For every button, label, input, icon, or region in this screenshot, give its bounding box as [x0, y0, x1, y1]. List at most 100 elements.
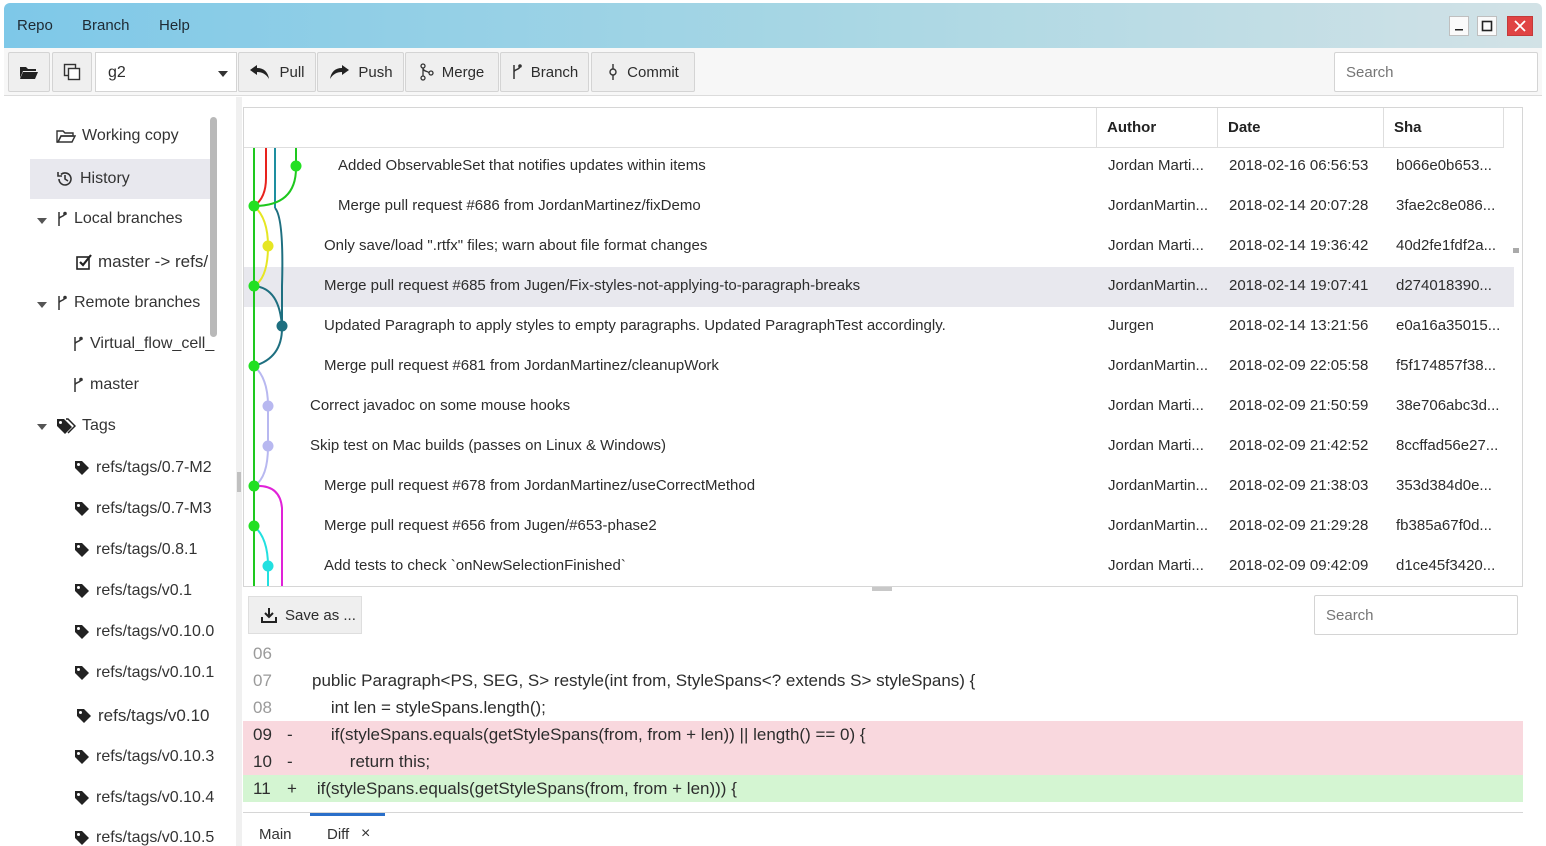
sidebar-item-local-master[interactable]: master -> refs/: [76, 252, 208, 272]
copy-window-button[interactable]: [52, 52, 92, 92]
sidebar-item-remote-branch[interactable]: Virtual_flow_cell_: [72, 335, 214, 353]
toolbar-search-field[interactable]: [1334, 52, 1538, 92]
push-button[interactable]: Push: [317, 52, 404, 92]
tag-icon: [75, 831, 89, 845]
commit-date: 2018-02-14 20:07:28: [1229, 197, 1369, 214]
commit-author: Jordan Marti...: [1108, 557, 1204, 574]
branch-icon: [512, 64, 522, 79]
minimize-button[interactable]: [1444, 13, 1474, 39]
commit-sha: e0a16a35015...: [1396, 317, 1501, 334]
commit-message: Add tests to check `onNewSelectionFinish…: [324, 557, 626, 574]
close-tab-icon[interactable]: ×: [361, 825, 370, 843]
table-row[interactable]: Add tests to check `onNewSelectionFinish…: [244, 547, 1514, 586]
table-row[interactable]: Merge pull request #681 from JordanMarti…: [244, 347, 1514, 387]
collapse-remote-branches-icon[interactable]: [37, 302, 47, 308]
toolbar: g2 Pull Push Merge Branch Commit: [4, 48, 1542, 96]
open-folder-button[interactable]: [8, 52, 50, 92]
table-row[interactable]: Updated Paragraph to apply styles to emp…: [244, 307, 1514, 347]
table-row[interactable]: Skip test on Mac builds (passes on Linux…: [244, 427, 1514, 467]
sidebar-item-tag[interactable]: refs/tags/v0.10: [76, 706, 210, 726]
sidebar-item-tag[interactable]: refs/tags/v0.10.1: [74, 664, 214, 682]
commit-label: Commit: [627, 63, 679, 81]
table-row[interactable]: Merge pull request #678 from JordanMarti…: [244, 467, 1514, 507]
code-text: int len = styleSpans.length();: [312, 698, 546, 717]
sidebar-section-local-branches[interactable]: Local branches: [56, 210, 183, 228]
tag-icon: [75, 543, 89, 557]
sidebar-item-tag[interactable]: refs/tags/0.7-M3: [74, 500, 212, 518]
table-row[interactable]: Only save/load ".rtfx" files; warn about…: [244, 227, 1514, 267]
table-scrollbar[interactable]: [1513, 248, 1519, 253]
collapse-tags-icon[interactable]: [37, 424, 47, 430]
sidebar-item-tag[interactable]: refs/tags/0.7-M2: [74, 459, 212, 477]
branch-button[interactable]: Branch: [500, 52, 589, 92]
commit-sha: d1ce45f3420...: [1396, 557, 1496, 574]
table-row[interactable]: Merge pull request #686 from JordanMarti…: [244, 187, 1514, 227]
sidebar-item-history[interactable]: History: [30, 159, 210, 199]
menu-branch[interactable]: Branch: [82, 17, 130, 34]
sidebar-item-tag[interactable]: refs/tags/v0.10.0: [74, 623, 214, 641]
toolbar-search-input[interactable]: [1335, 53, 1537, 91]
sidebar-item-tag[interactable]: refs/tags/v0.10.3: [74, 748, 214, 766]
table-row[interactable]: Merge pull request #656 from Jugen/#653-…: [244, 507, 1514, 547]
diff-line: 11 + if(styleSpans.equals(getStyleSpans(f…: [243, 775, 1523, 802]
commit-sha: 38e706abc3d...: [1396, 397, 1500, 414]
tag-icon: [75, 584, 89, 598]
menu-help[interactable]: Help: [159, 17, 190, 34]
commit-date: 2018-02-09 09:42:09: [1229, 557, 1369, 574]
table-row[interactable]: Merge pull request #685 from Jugen/Fix-s…: [244, 267, 1514, 307]
close-window-button[interactable]: [1504, 13, 1536, 39]
commit-message: Skip test on Mac builds (passes on Linux…: [310, 437, 666, 454]
diff-line: 07 public Paragraph<PS, SEG, S> restyle(i…: [243, 667, 1523, 694]
diff-search-input[interactable]: [1315, 596, 1517, 634]
tab-main[interactable]: Main: [259, 826, 292, 843]
merge-button[interactable]: Merge: [405, 52, 499, 92]
sidebar-item-tag[interactable]: refs/tags/v0.10.5: [74, 829, 214, 846]
column-header-sha[interactable]: Sha: [1384, 108, 1504, 148]
sidebar-splitter[interactable]: [236, 97, 242, 846]
maximize-button[interactable]: [1472, 13, 1502, 39]
line-number: 11: [253, 779, 271, 798]
diff-search-field[interactable]: [1314, 595, 1518, 635]
branch-icon: [74, 336, 83, 351]
commit-sha: d274018390...: [1396, 277, 1492, 294]
branch-icon: [58, 295, 67, 310]
column-header-author[interactable]: Author: [1096, 108, 1218, 148]
sidebar-section-tags[interactable]: Tags: [56, 417, 116, 435]
history-diff-splitter[interactable]: [872, 587, 892, 591]
commit-message: Merge pull request #685 from Jugen/Fix-s…: [324, 277, 861, 294]
commit-message: Merge pull request #656 from Jugen/#653-…: [324, 517, 657, 534]
table-row[interactable]: Correct javadoc on some mouse hooks Jorda…: [244, 387, 1514, 427]
commit-message: Merge pull request #686 from JordanMarti…: [338, 197, 701, 214]
column-header-date[interactable]: Date: [1218, 108, 1384, 148]
commit-date: 2018-02-14 19:36:42: [1229, 237, 1369, 254]
commit-sha: f5f174857f38...: [1396, 357, 1497, 374]
commit-author: Jordan Marti...: [1108, 397, 1204, 414]
menu-repo[interactable]: Repo: [17, 17, 53, 34]
commit-author: JordanMartin...: [1108, 277, 1209, 294]
sidebar-item-tag[interactable]: refs/tags/0.8.1: [74, 541, 197, 559]
commit-author: JordanMartin...: [1108, 197, 1209, 214]
commit-sha: 3fae2c8e086...: [1396, 197, 1496, 214]
sidebar-item-tag[interactable]: refs/tags/v0.1: [74, 582, 192, 600]
minimize-icon: [1455, 29, 1463, 31]
commit-author: Jordan Marti...: [1108, 237, 1204, 254]
table-row[interactable]: Added ObservableSet that notifies update…: [244, 147, 1514, 187]
sidebar-item-remote-branch[interactable]: master: [72, 376, 139, 394]
sidebar-item-label: History: [80, 170, 130, 187]
collapse-local-branches-icon[interactable]: [37, 218, 47, 224]
sidebar-section-remote-branches[interactable]: Remote branches: [56, 294, 200, 312]
diff-line: 08 int len = styleSpans.length();: [243, 694, 1523, 721]
sidebar-item-working-copy[interactable]: Working copy: [56, 127, 179, 145]
commit-date: 2018-02-16 06:56:53: [1229, 157, 1369, 174]
sidebar-item-tag[interactable]: refs/tags/v0.10.4: [74, 789, 214, 807]
sidebar-scrollbar[interactable]: [210, 117, 217, 337]
tab-diff[interactable]: Diff: [327, 826, 349, 843]
branch-select[interactable]: g2: [95, 52, 237, 92]
commit-message: Added ObservableSet that notifies update…: [338, 157, 706, 174]
commit-button[interactable]: Commit: [591, 52, 695, 92]
save-as-button[interactable]: Save as ...: [248, 596, 362, 634]
code-text: return this;: [312, 752, 431, 771]
commit-message: Merge pull request #681 from JordanMarti…: [324, 357, 719, 374]
pull-button[interactable]: Pull: [238, 52, 316, 92]
commit-sha: 8ccffad56e27...: [1396, 437, 1499, 454]
